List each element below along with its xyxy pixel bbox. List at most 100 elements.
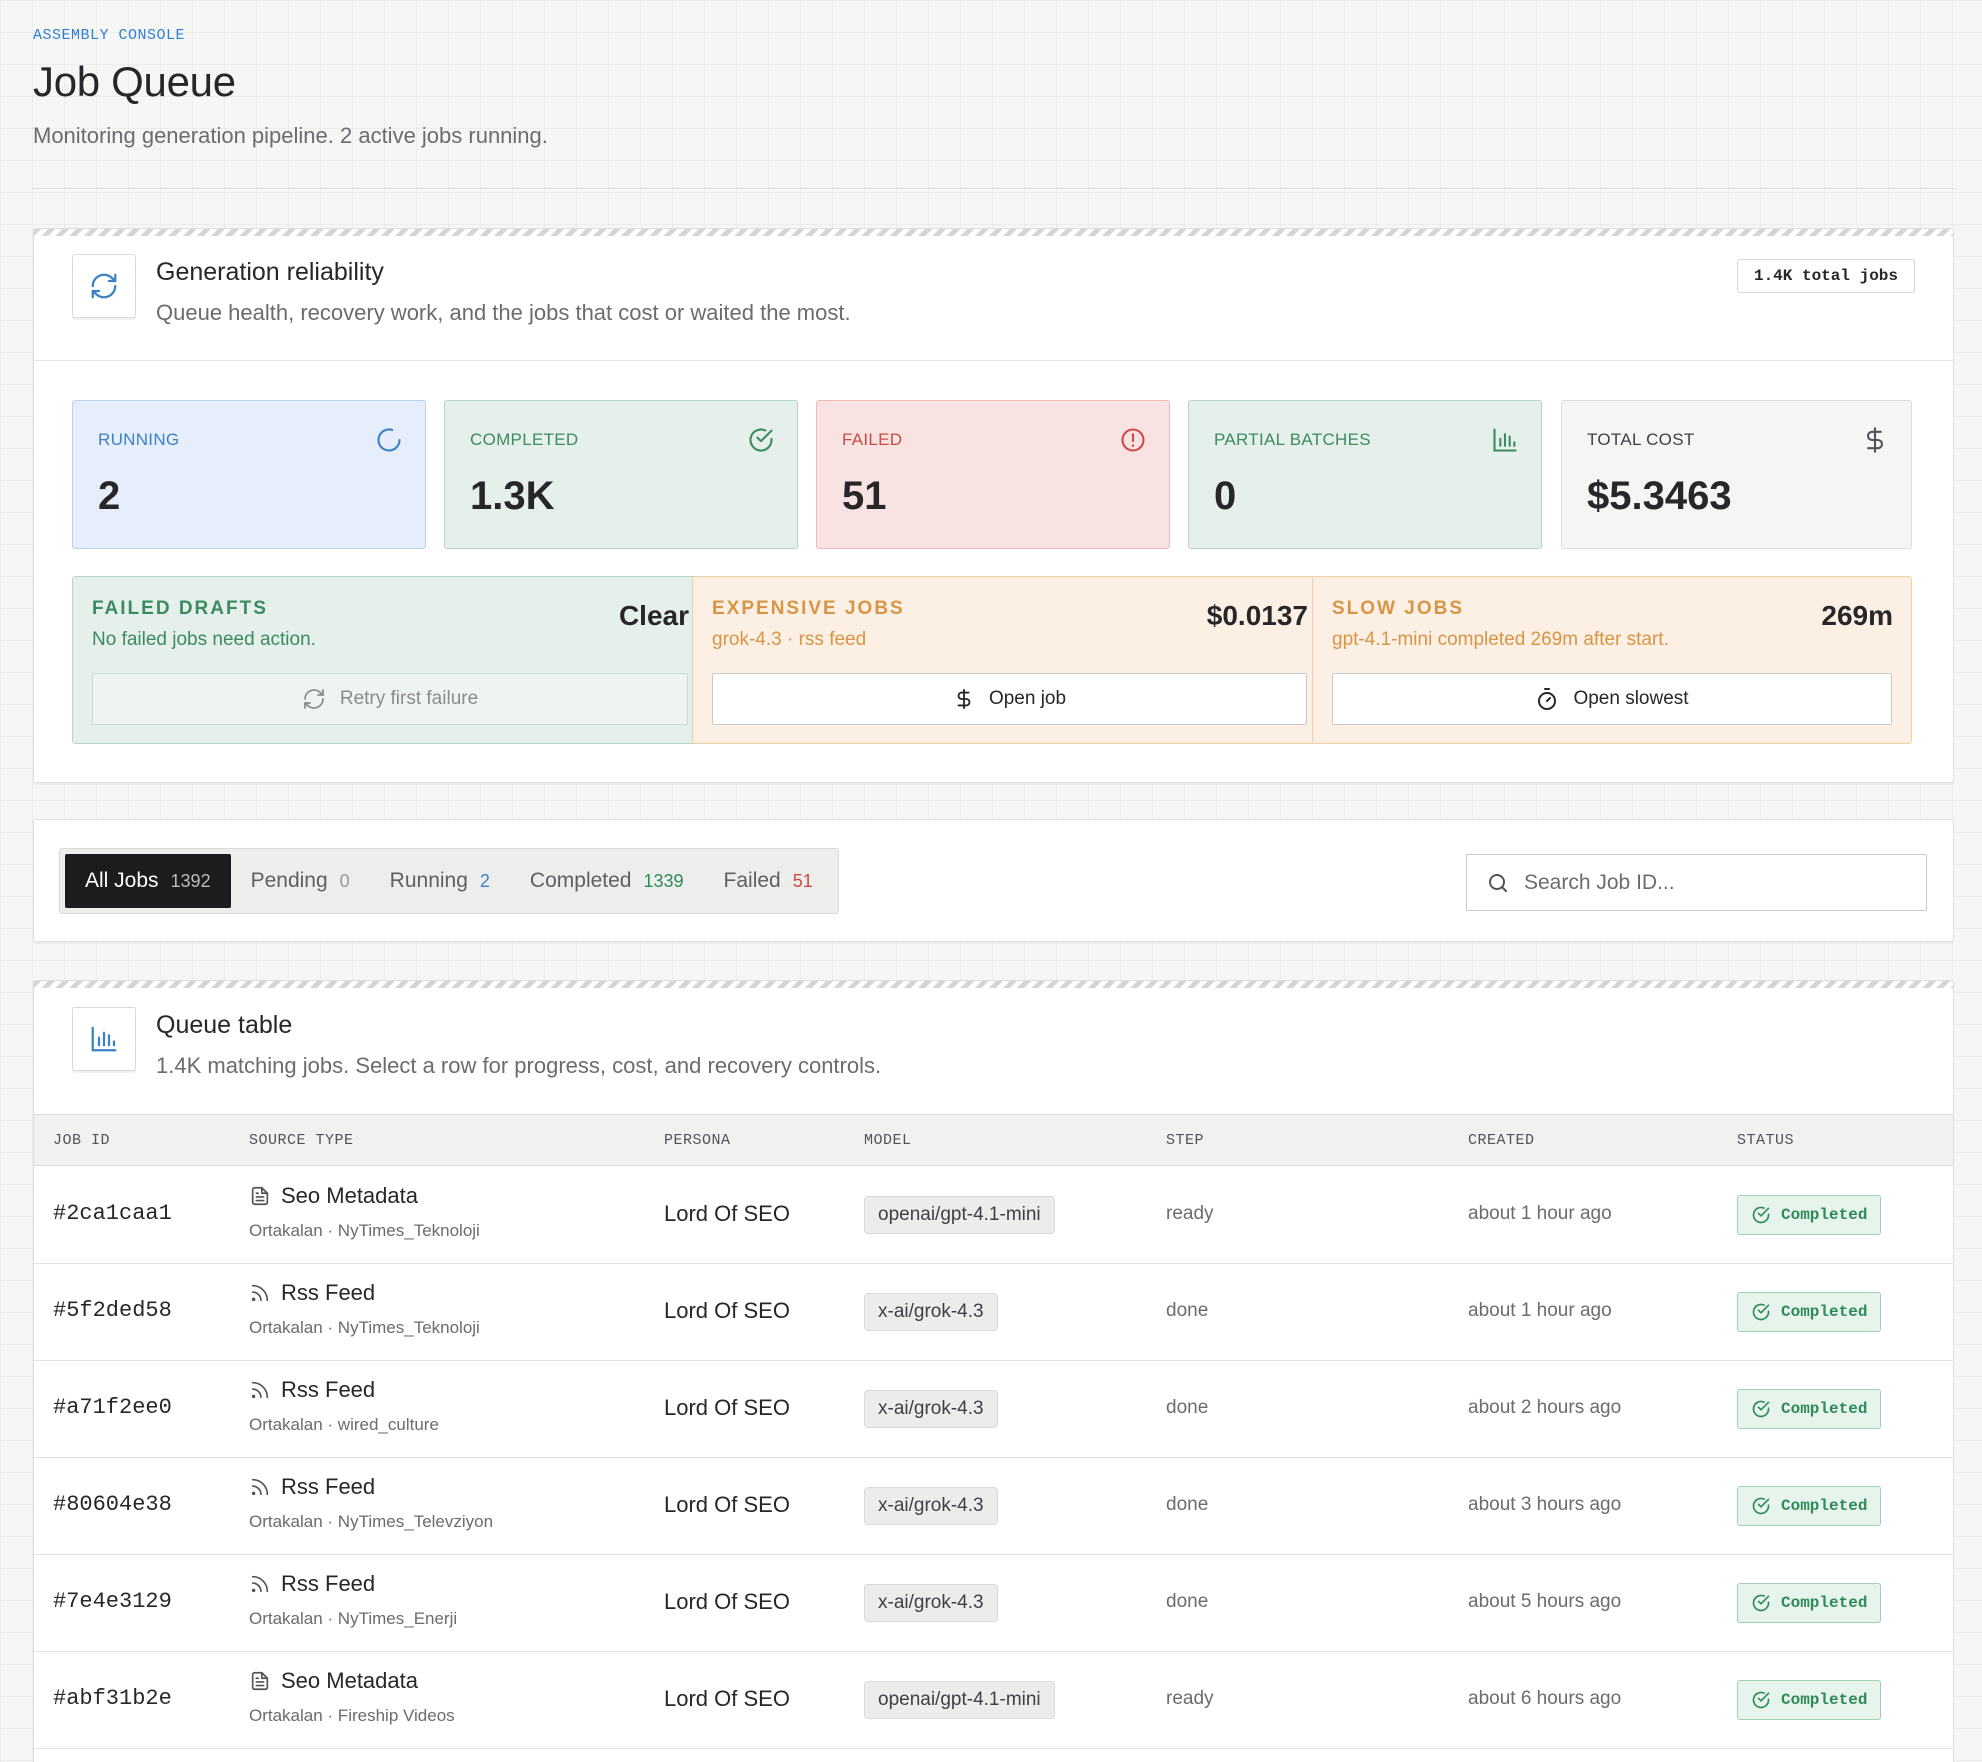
rss-icon <box>251 1381 269 1399</box>
step: done <box>1166 1494 1209 1515</box>
queue-table-panel: Queue table 1.4K matching jobs. Select a… <box>33 980 1954 1762</box>
table-row[interactable]: #a71f2ee0 Rss Feed Ortakalan · wired_cultu… <box>34 1361 1953 1458</box>
source-type-label: Rss Feed <box>281 1280 376 1305</box>
stat-label: RUNNING <box>98 430 180 449</box>
button-label: Open job <box>988 688 1067 709</box>
card-label: EXPENSIVE JOBS <box>712 598 905 619</box>
step: ready <box>1166 1203 1214 1224</box>
stat-value: 2 <box>98 474 121 518</box>
persona: Lord Of SEO <box>664 1686 790 1711</box>
step: done <box>1166 1397 1209 1418</box>
step: ready <box>1166 1688 1214 1709</box>
source-type: Rss Feed Ortakalan · wired_culture <box>249 1377 439 1435</box>
column-header-status[interactable]: STATUS <box>1737 1115 1794 1167</box>
model-badge: openai/gpt-4.1-mini <box>864 1681 1055 1719</box>
column-header-created[interactable]: CREATED <box>1468 1115 1535 1167</box>
reliability-panel: Generation reliability Queue health, rec… <box>33 228 1954 783</box>
status-label: Completed <box>1781 1497 1868 1515</box>
check-circle-icon <box>1752 1594 1770 1612</box>
tab-count: 1392 <box>170 870 211 891</box>
hatch-border <box>34 981 1953 988</box>
document-icon <box>251 1671 269 1691</box>
table-row[interactable]: #2ca1caa1 Seo Metadata Ortakalan · NyTimes… <box>34 1167 1953 1264</box>
document-icon <box>251 1186 269 1206</box>
created-time: about 2 hours ago <box>1468 1397 1622 1418</box>
column-header-step[interactable]: STEP <box>1166 1115 1204 1167</box>
source-detail: Ortakalan · Fireship Videos <box>249 1706 455 1725</box>
page-title: Job Queue <box>33 58 236 105</box>
card-label: FAILED DRAFTS <box>92 598 268 619</box>
table-row[interactable]: #5f2ded58 Rss Feed Ortakalan · NyTimes_Tek… <box>34 1264 1953 1361</box>
table-row[interactable]: #7e4e3129 Rss Feed Ortakalan · NyTimes_Ene… <box>34 1555 1953 1652</box>
source-type-label: Rss Feed <box>281 1377 376 1402</box>
tab-count: 51 <box>792 870 813 891</box>
check-circle-icon <box>1752 1400 1770 1418</box>
timer-icon <box>1538 688 1557 710</box>
table-row[interactable]: #80604e38 Rss Feed Ortakalan · NyTimes_Tel… <box>34 1458 1953 1555</box>
table-row[interactable]: #abf31b2e Seo Metadata Ortakalan · Fireshi… <box>34 1652 1953 1749</box>
stat-value: $5.3463 <box>1587 474 1732 518</box>
card-subtitle: gpt-4.1-mini completed 269m after start. <box>1332 629 1669 650</box>
stat-label: PARTIAL BATCHES <box>1214 430 1371 449</box>
tab-completed[interactable]: Completed 1339 <box>510 854 704 908</box>
slow-jobs-card: SLOW JOBS gpt-4.1-mini completed 269m af… <box>1312 576 1912 744</box>
tab-failed[interactable]: Failed 51 <box>704 854 833 908</box>
tab-all-jobs[interactable]: All Jobs 1392 <box>65 854 231 908</box>
column-header-job-id[interactable]: JOB ID <box>53 1115 110 1167</box>
rss-icon <box>251 1575 269 1593</box>
hatch-border <box>34 229 1953 236</box>
job-id: #7e4e3129 <box>53 1589 172 1614</box>
bar-chart-icon <box>72 1007 136 1071</box>
search-input[interactable] <box>1524 870 1904 895</box>
retry-first-failure-button[interactable]: Retry first failure <box>92 673 688 725</box>
source-type: Rss Feed Ortakalan · NyTimes_Televziyon <box>249 1474 493 1532</box>
check-circle-icon <box>1752 1303 1770 1321</box>
status-label: Completed <box>1781 1303 1868 1321</box>
column-header-persona[interactable]: PERSONA <box>664 1115 731 1167</box>
stat-label: TOTAL COST <box>1587 430 1695 449</box>
source-detail: Ortakalan · NyTimes_Enerji <box>249 1609 458 1628</box>
dollar-icon <box>957 688 971 710</box>
source-type-label: Seo Metadata <box>281 1183 418 1208</box>
column-header-source-type[interactable]: SOURCE TYPE <box>249 1115 354 1167</box>
check-circle-icon <box>1752 1206 1770 1224</box>
tab-label: Completed <box>529 869 632 892</box>
source-detail: Ortakalan · NyTimes_Televziyon <box>249 1512 494 1531</box>
tab-label: Failed <box>723 869 781 892</box>
persona: Lord Of SEO <box>664 1395 790 1420</box>
tab-label: All Jobs <box>85 869 159 892</box>
step: done <box>1166 1300 1209 1321</box>
tab-count: 0 <box>339 870 350 891</box>
column-header-model[interactable]: MODEL <box>864 1115 912 1167</box>
reliability-title: Generation reliability <box>156 258 384 286</box>
stat-value: 51 <box>842 474 887 518</box>
alert-circle-icon <box>1121 428 1145 452</box>
source-type-label: Rss Feed <box>281 1571 376 1596</box>
model-badge: x-ai/grok-4.3 <box>864 1487 998 1525</box>
persona: Lord Of SEO <box>664 1201 790 1226</box>
status-badge: Completed <box>1737 1292 1882 1332</box>
rss-icon <box>251 1478 269 1496</box>
tab-pending[interactable]: Pending 0 <box>231 854 370 908</box>
stat-card-failed: FAILED 51 <box>816 400 1170 549</box>
created-time: about 1 hour ago <box>1468 1203 1612 1224</box>
status-badge: Completed <box>1737 1680 1882 1720</box>
tab-label: Running <box>389 869 468 892</box>
job-id: #2ca1caa1 <box>53 1201 172 1226</box>
status-tabs: All Jobs 1392 Pending 0 Running 2 Comple… <box>59 848 839 914</box>
stat-label: COMPLETED <box>470 430 579 449</box>
stat-card-running: RUNNING 2 <box>72 400 426 549</box>
model-badge: x-ai/grok-4.3 <box>864 1584 998 1622</box>
open-job-button[interactable]: Open job <box>712 673 1307 725</box>
model-badge: openai/gpt-4.1-mini <box>864 1196 1055 1234</box>
stat-value: 1.3K <box>470 474 555 518</box>
stat-card-completed: COMPLETED 1.3K <box>444 400 798 549</box>
queue-title: Queue table <box>156 1011 293 1039</box>
tab-running[interactable]: Running 2 <box>370 854 510 908</box>
source-detail: Ortakalan · wired_culture <box>249 1415 439 1434</box>
open-slowest-button[interactable]: Open slowest <box>1332 673 1892 725</box>
stat-label: FAILED <box>842 430 903 449</box>
status-label: Completed <box>1781 1400 1868 1418</box>
header-divider <box>33 188 1954 189</box>
job-id: #abf31b2e <box>53 1686 172 1711</box>
